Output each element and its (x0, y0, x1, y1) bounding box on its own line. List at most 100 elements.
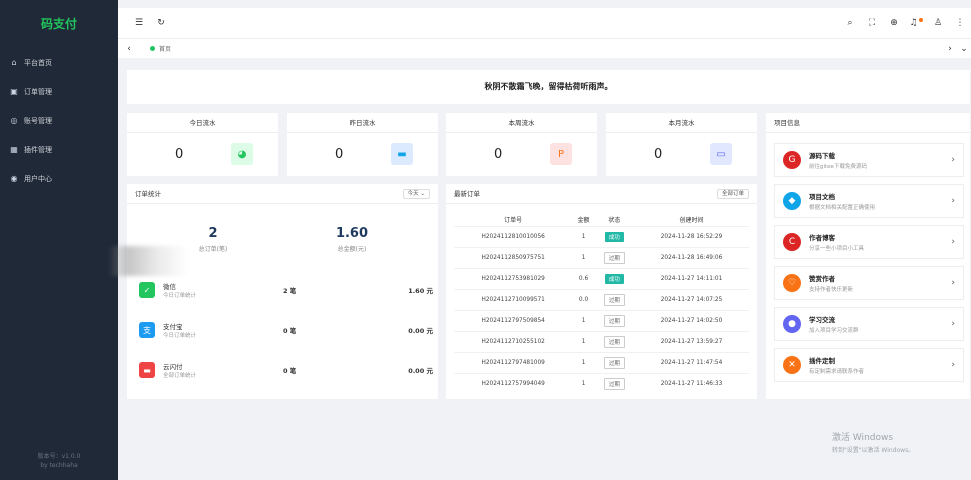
more-icon[interactable]: ⋮ (949, 18, 971, 28)
windows-activation-watermark: 激活 Windows 转到"设置"以激活 Windows。 (832, 430, 914, 454)
stat-title: 本周流水 (446, 113, 597, 133)
order-status-cell: 过期 (594, 309, 634, 331)
payment-count: 2 笔 (283, 287, 297, 295)
stat-value: 0 (654, 147, 663, 162)
sidebar-item-4[interactable]: ◉ 用户中心 (0, 164, 118, 193)
gitee-icon: G (783, 151, 801, 169)
table-row[interactable]: H2024112710255102 1 过期 2024-11-27 13:59:27 (454, 330, 749, 352)
order-amount: 0.6 (572, 267, 595, 289)
tab-home[interactable]: 首页 (150, 44, 171, 53)
chevron-right-icon: › (951, 237, 955, 247)
status-badge: 过期 (603, 377, 625, 390)
project-item-title: 项目文档 (809, 193, 835, 201)
stat-card: 本月流水 0 ▭ (606, 113, 757, 176)
payment-name: 云闪付 (163, 363, 183, 371)
refresh-icon[interactable]: ↻ (150, 18, 172, 28)
project-item-title: 插件定制 (809, 357, 835, 365)
all-orders-button[interactable]: 全部订单 (716, 189, 749, 199)
user-icon[interactable]: ♙ (927, 18, 949, 28)
chevron-right-icon: › (951, 196, 955, 206)
project-item[interactable]: C 作者博客 分享一些小项目小工具 › (774, 225, 964, 259)
table-row[interactable]: H2024112797509854 1 过期 2024-11-27 14:02:50 (454, 309, 749, 331)
notice-banner: 秋阴不散霜飞晚，留得枯荷听雨声。 (127, 70, 970, 104)
sidebar-item-3[interactable]: ▦ 插件管理 (0, 135, 118, 164)
tab-home-label: 首页 (159, 46, 172, 53)
wallet-icon: ▬ (391, 143, 413, 165)
tab-scroll-right-icon[interactable]: › (943, 44, 957, 54)
sidebar-item-label: 账号管理 (24, 116, 52, 125)
payment-amount: 0.00 元 (408, 367, 433, 375)
status-badge: 过期 (603, 293, 625, 306)
tab-scroll-left-icon[interactable]: ‹ (122, 44, 136, 54)
stat-card: 昨日流水 0 ▬ (287, 113, 438, 176)
fullscreen-icon[interactable]: ⛶ (861, 18, 883, 28)
project-item[interactable]: ✕ 插件定制 有定制需求请联系作者 › (774, 348, 964, 382)
tabs-bar: ‹ 首页 › ⌄ (118, 38, 971, 58)
project-text: 作者博客分享一些小项目小工具 (809, 232, 951, 252)
total-orders-value: 2 (208, 226, 218, 241)
payment-names: 支付宝 今日订单统计 (163, 321, 283, 339)
unionpay-icon: ▬ (139, 362, 155, 378)
order-time: 2024-11-27 14:02:50 (633, 309, 749, 331)
top-bar: ☰ ↻ ⌕ ⛶ ⊕ ♫ ♙ ⋮ (118, 8, 971, 38)
payment-amount: 0.00 元 (408, 327, 433, 335)
project-item[interactable]: ♡ 赞赏作者 支持作者快乐更新 › (774, 266, 964, 300)
project-text: 学习交流 加入项目学习交流群 (809, 314, 951, 334)
card-icon: ▭ (710, 143, 732, 165)
alipay-icon: 支 (139, 322, 155, 338)
author-label: by techhaha (40, 462, 78, 469)
watermark-line2: 转到"设置"以激活 Windows。 (832, 447, 915, 454)
table-row[interactable]: H2024112753981029 0.6 成功 2024-11-27 14:11:0… (454, 267, 749, 289)
total-amount-label: 总金额(元) (337, 246, 367, 253)
home-icon: ⌂ (11, 58, 17, 67)
table-row[interactable]: H2024112797481009 1 过期 2024-11-27 11:47:54 (454, 351, 749, 373)
project-item[interactable]: ◆ 项目文档 根据文档相关配置正确使用 › (774, 184, 964, 218)
sidebar-item-2[interactable]: ◎ 账号管理 (0, 106, 118, 135)
status-badge: 成功 (604, 273, 624, 284)
period-select[interactable]: 今天 ⌄ (402, 189, 430, 199)
active-dot-icon (150, 46, 155, 51)
order-id: H2024112710099571 (454, 288, 573, 310)
sidebar-item-1[interactable]: ▣ 订单管理 (0, 77, 118, 106)
menu-fold-icon[interactable]: ☰ (128, 18, 150, 28)
order-amount: 1 (572, 225, 595, 247)
payment-names: 微信 今日订单统计 (163, 281, 283, 299)
latest-orders-title: 最新订单 (446, 184, 757, 204)
chevron-right-icon: › (951, 319, 955, 329)
payment-sub: 今日订单统计 (163, 333, 197, 339)
project-item-title: 赞赏作者 (809, 275, 835, 283)
app-logo[interactable]: 码支付 (0, 0, 118, 48)
project-item[interactable]: G 源码下载 前往gitee下载免费源码 › (774, 143, 964, 177)
pie-chart-icon: ◕ (231, 143, 253, 165)
table-row[interactable]: H2024112810010056 1 成功 2024-11-28 16:52:29 (454, 225, 749, 247)
order-stats-card: 订单统计 今天 ⌄ 2 总订单(笔) 1.60 总金额(元) ✓ 微信 今日订单统计… (127, 184, 438, 399)
column-header: 状态 (608, 217, 621, 225)
payment-row: ✓ 微信 今日订单统计 2 笔 1.60 元 (139, 280, 433, 300)
project-item-title: 作者博客 (809, 234, 835, 242)
table-row[interactable]: H2024112757994049 1 过期 2024-11-27 11:46:33 (454, 372, 749, 394)
docs-icon: ◆ (783, 192, 801, 210)
notification-icon[interactable]: ♫ (905, 18, 927, 28)
version-info: 版本号：v1.0.0 by techhaha (0, 452, 118, 470)
latest-orders-card: 最新订单 全部订单 订单号 金额 状态 创建时间 H2024112810010056 1… (446, 184, 757, 399)
search-icon[interactable]: ⌕ (839, 18, 861, 28)
stat-value: 0 (175, 147, 184, 162)
table-row[interactable]: H2024112850975751 1 过期 2024-11-28 16:49:06 (454, 246, 749, 268)
order-stats-title: 订单统计 (127, 184, 438, 204)
sidebar-item-0[interactable]: ⌂ 平台首页 (0, 48, 118, 77)
order-icon: ▣ (10, 87, 18, 96)
project-item-sub: 有定制需求请联系作者 (809, 369, 865, 375)
project-item-sub: 前往gitee下载免费源码 (809, 164, 867, 170)
order-amount: 1 (572, 309, 595, 331)
order-time: 2024-11-27 13:59:27 (633, 330, 749, 352)
project-item[interactable]: ● 学习交流 加入项目学习交流群 › (774, 307, 964, 341)
order-id: H2024112757994049 (454, 372, 573, 394)
chevron-right-icon: › (951, 278, 955, 288)
tab-menu-chevron-down-icon[interactable]: ⌄ (957, 44, 971, 54)
status-badge: 过期 (603, 356, 625, 369)
project-item-sub: 分享一些小项目小工具 (809, 246, 865, 252)
user-icon: ◉ (10, 174, 18, 183)
language-icon[interactable]: ⊕ (883, 18, 905, 28)
table-row[interactable]: H2024112710099571 0.0 过期 2024-11-27 14:07:2… (454, 288, 749, 310)
order-id: H2024112797481009 (454, 351, 573, 373)
